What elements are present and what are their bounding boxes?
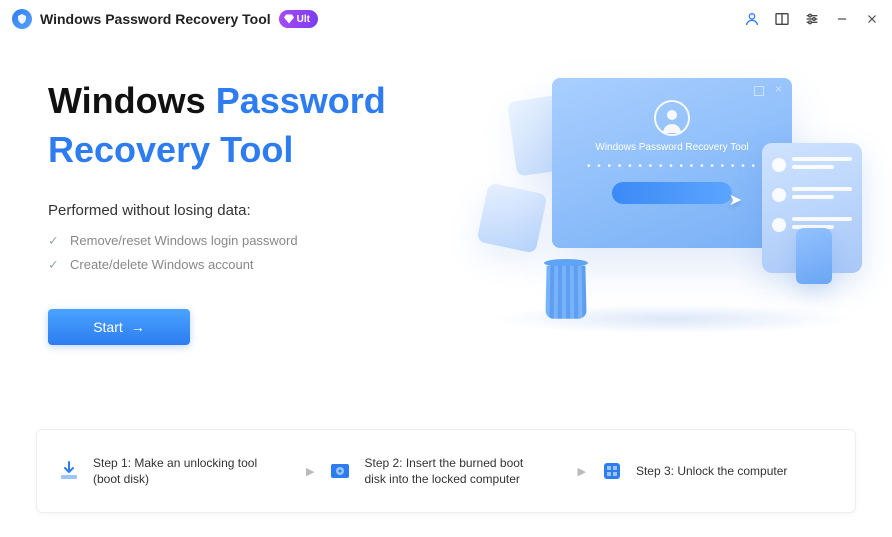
cursor-icon: ➤ — [729, 190, 742, 210]
settings-icon[interactable] — [804, 11, 820, 27]
step-label: Step 3: Unlock the computer — [636, 463, 787, 479]
check-icon: ✓ — [48, 233, 62, 249]
step-label: Step 2: Insert the burned boot disk into… — [364, 455, 529, 487]
cylinder-shape — [796, 228, 832, 284]
app-title: Windows Password Recovery Tool — [40, 11, 271, 27]
step-2: Step 2: Insert the burned boot disk into… — [326, 455, 565, 487]
edition-badge-label: Ult — [297, 14, 310, 25]
chevron-right-icon: ▶ — [578, 465, 586, 478]
diamond-icon — [283, 13, 295, 25]
edition-badge: Ult — [279, 10, 318, 28]
app-logo-icon — [12, 9, 32, 29]
hero-illustration: Windows Password Recovery Tool • • • • •… — [452, 48, 892, 328]
title-bar: Windows Password Recovery Tool Ult — [0, 0, 892, 38]
feature-text: Create/delete Windows account — [70, 257, 254, 272]
step-3: Step 3: Unlock the computer — [598, 457, 837, 485]
heading-part1: Windows — [48, 80, 206, 121]
password-dots: • • • • • • • • • • • • • • • • • — [587, 161, 757, 172]
start-button[interactable]: Start → — [48, 309, 190, 345]
trash-icon — [542, 263, 590, 318]
chevron-right-icon: ▶ — [306, 465, 314, 478]
monitor-label: Windows Password Recovery Tool — [595, 142, 748, 153]
main-panel: Windows Password Recovery Tool Performed… — [0, 38, 892, 418]
unlock-icon — [598, 457, 626, 485]
step-label: Step 1: Make an unlocking tool (boot dis… — [93, 455, 258, 487]
check-icon: ✓ — [48, 257, 62, 273]
avatar-icon — [654, 100, 690, 136]
download-icon — [55, 457, 83, 485]
guide-icon[interactable] — [774, 11, 790, 27]
disk-icon — [326, 457, 354, 485]
arrow-right-icon: → — [131, 319, 145, 335]
step-1: Step 1: Make an unlocking tool (boot dis… — [55, 455, 294, 487]
account-icon[interactable] — [744, 11, 760, 27]
start-button-label: Start — [93, 319, 123, 335]
cube-shape — [476, 182, 547, 253]
minimize-button[interactable] — [834, 11, 850, 27]
feature-text: Remove/reset Windows login password — [70, 233, 298, 248]
heading-line2: Recovery Tool — [48, 129, 293, 170]
monitor-shape: Windows Password Recovery Tool • • • • •… — [552, 78, 792, 248]
heading-part2: Password — [216, 80, 386, 121]
password-field-shape: ➤ — [612, 182, 732, 204]
steps-bar: Step 1: Make an unlocking tool (boot dis… — [36, 429, 856, 513]
close-button[interactable] — [864, 11, 880, 27]
